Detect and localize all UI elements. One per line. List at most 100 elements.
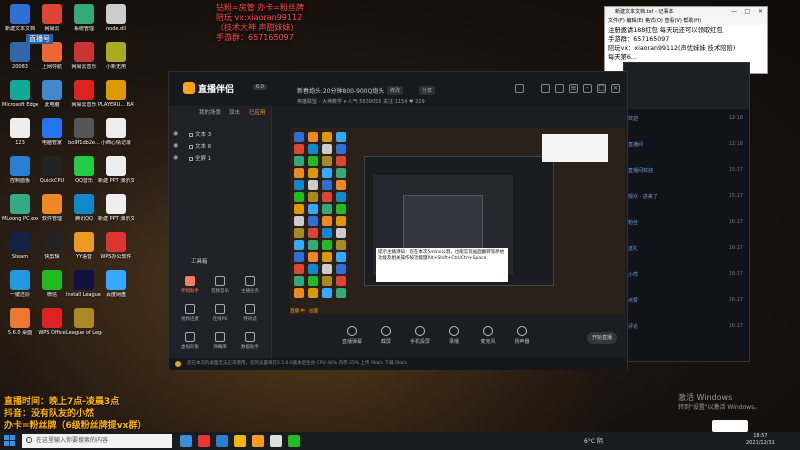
toolbar-button[interactable]: 截屏 [372, 326, 400, 345]
edit-title-button[interactable]: 修改 [387, 86, 404, 95]
desktop-icon[interactable]: 快剪辑 [34, 232, 70, 260]
desktop-icon[interactable]: 网易云 [34, 4, 70, 32]
maximize-icon[interactable]: □ [744, 7, 750, 17]
app-icon [10, 80, 30, 100]
weather-widget[interactable]: 6°C 阴 [584, 436, 603, 445]
start-live-button[interactable]: 开始直播 [587, 332, 617, 344]
stream-preview[interactable]: 提示主播须知：您在本次5mins公测，也能实现画面翻转等原始功能及相关操作按功能… [290, 128, 625, 315]
desktop-icon[interactable]: MLoong PC.exe [2, 194, 38, 222]
desktop-icon[interactable]: 电脑管家 [34, 118, 70, 146]
share-button[interactable]: 分享 [419, 86, 436, 95]
desktop-icon[interactable]: 此电脑 [34, 80, 70, 108]
desktop-icon[interactable]: WPS Office [34, 308, 70, 336]
tool-item[interactable]: 视频连麦 [175, 304, 205, 322]
preview-desktop-icon [322, 144, 332, 154]
taskbar-search-input[interactable]: 在这里输入你要搜索的内容 [22, 434, 172, 448]
desktop-icon[interactable]: YY语音 [66, 232, 102, 260]
eye-icon[interactable]: ◉ [173, 154, 178, 161]
tool-item[interactable]: 音频音乐 [205, 276, 235, 294]
toolbar-button[interactable]: 直播弹幕 [338, 326, 366, 345]
desktop-icon[interactable]: 上网导航 [34, 42, 70, 70]
taskbar-app-icon[interactable] [252, 435, 264, 447]
clock[interactable]: 18:57 2021/12/31 [746, 433, 775, 447]
desktop-icon[interactable]: 一键还原 [2, 270, 38, 298]
desktop-icon[interactable]: 小西心情记录 [98, 118, 134, 146]
app-titlebar[interactable]: 直播伴侣 6.0 新春炮头 20分钟800-900Q炮头 修改 分享 英雄联盟 … [169, 72, 627, 106]
desktop-icon[interactable]: 网易云音乐 [66, 42, 102, 70]
close-icon[interactable]: ✕ [758, 7, 763, 17]
toolbar-button-icon [517, 326, 527, 336]
tool-item[interactable]: 伴唱助手 [175, 276, 205, 294]
desktop-icon[interactable]: 123 [2, 118, 38, 146]
close-icon[interactable]: × [611, 84, 620, 93]
desktop-icon[interactable]: 系统管理 [66, 4, 102, 32]
toolbar-button[interactable]: 录播 [440, 326, 468, 345]
lock-icon[interactable] [189, 157, 193, 161]
desktop-icon[interactable]: Install League of ... [66, 270, 102, 298]
tab-applied[interactable]: 已应用 [249, 108, 266, 116]
desktop-icon-label: 系统管理 [73, 26, 94, 32]
eye-icon[interactable]: ◉ [173, 130, 178, 137]
desktop-icon[interactable]: League of Legends [66, 308, 102, 336]
tool-item[interactable]: 弹幕库 [205, 332, 235, 350]
notepad-body[interactable]: 注册邀请188红包 每天玩还可以领取红包 手游群：657165097 陪玩vx：… [605, 25, 767, 63]
windows-start-icon[interactable] [4, 435, 16, 447]
desktop-icon[interactable]: PLAYERU... BATTLEGR... [98, 80, 134, 108]
taskbar-app-icon[interactable] [216, 435, 228, 447]
task-view-icon[interactable] [180, 435, 192, 447]
desktop-icon[interactable]: node.dll [98, 4, 134, 32]
scene-item[interactable]: 文本 3 [195, 130, 211, 138]
notepad-menubar[interactable]: 文件(F) 编辑(E) 格式(O) 查看(V) 帮助(H) [605, 17, 767, 25]
notepad-titlebar[interactable]: 新建文本文档.txt - 记事本 — □ ✕ [605, 7, 767, 17]
stream-title[interactable]: 新春炮头 20分钟800-900Q炮头 [297, 86, 384, 95]
scene-item[interactable]: 全屏 1 [195, 154, 211, 162]
desktop-icon[interactable]: Steam [2, 232, 38, 260]
minimize-icon[interactable]: - [583, 84, 592, 93]
file-explorer-icon[interactable] [234, 435, 246, 447]
toolbar-button[interactable]: 扬声器 [508, 326, 536, 345]
taskbar-app-icon[interactable] [198, 435, 210, 447]
desktop-icon[interactable]: 新建 PPT 演示文稿 [98, 156, 134, 184]
desktop-icon[interactable]: 20083 [2, 42, 38, 70]
desktop-icon[interactable]: bo9f1db2e... [66, 118, 102, 146]
lock-icon[interactable] [189, 133, 193, 137]
tool-item[interactable]: 连线PK [205, 304, 235, 322]
tool-item[interactable]: 虚拟形象 [175, 332, 205, 350]
skin-icon[interactable] [555, 84, 564, 93]
desktop-icon[interactable]: 新建文本文档 [2, 4, 38, 32]
live-chat-panel[interactable]: 欢迎 12:18 直播间 12:18 直播间欢迎 15:17 观众 · 进来了 15:17 粉丝… [623, 62, 750, 362]
toolbar-button[interactable]: 手机投屏 [406, 326, 434, 345]
desktop-icon[interactable]: 控制面板 [2, 156, 38, 184]
taskbar-app-icon[interactable] [270, 435, 282, 447]
menu-icon[interactable]: ≡ [569, 84, 578, 93]
toolbox-title: 工具箱 [191, 259, 208, 265]
tab-my-scenes[interactable]: 我的场景 [199, 108, 221, 116]
desktop-icon[interactable]: 网易云音乐 [66, 80, 102, 108]
desktop-icon[interactable]: 软件管理 [34, 194, 70, 222]
desktop-icon[interactable]: QuickCPU [34, 156, 70, 184]
taskbar-app-icon[interactable] [288, 435, 300, 447]
desktop-icon[interactable]: QQ音乐 [66, 156, 102, 184]
desktop-icon[interactable]: 微信 [34, 270, 70, 298]
eye-icon[interactable]: ◉ [173, 142, 178, 149]
message-icon[interactable] [541, 84, 550, 93]
maximize-icon[interactable]: □ [597, 84, 606, 93]
tool-item[interactable]: 数据助手 [235, 332, 265, 350]
tool-item[interactable]: 主播任务 [235, 276, 265, 294]
streaming-app-window[interactable]: 直播伴侣 6.0 新春炮头 20分钟800-900Q炮头 修改 分享 英雄联盟 … [168, 71, 628, 370]
desktop-icon[interactable]: WPS办公软件 [98, 232, 134, 260]
toolbar-button[interactable]: 麦克风 [474, 326, 502, 345]
desktop-icon[interactable]: 5.6.0 桌面 [2, 308, 38, 336]
desktop-icon[interactable]: 百度网盘 [98, 270, 134, 298]
desktop-icon[interactable]: Microsoft Edge [2, 80, 38, 108]
minimize-icon[interactable]: — [731, 7, 737, 17]
lock-icon[interactable] [189, 145, 193, 149]
desktop-icon[interactable]: 新建 PPT 演示文稿 [98, 194, 134, 222]
scene-item[interactable]: 文本 6 [195, 142, 211, 150]
tab-double[interactable]: 双击 [229, 108, 240, 116]
tool-item[interactable]: 特效选 [235, 304, 265, 322]
desktop-icon[interactable]: 小新无用 [98, 42, 134, 70]
tray-popup[interactable] [712, 420, 748, 432]
avatar-icon[interactable] [515, 84, 524, 93]
desktop-icon[interactable]: 腾讯QQ [66, 194, 102, 222]
